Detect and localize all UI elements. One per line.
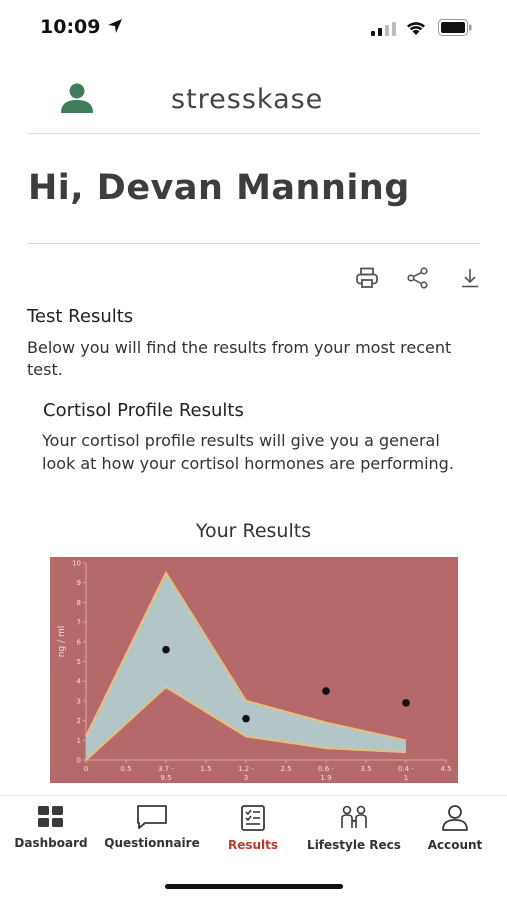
share-icon[interactable] [406,267,430,289]
x-tick-label: 2.5 [280,765,291,773]
status-bar: 10:09 [0,0,507,56]
result-point [402,699,410,707]
result-point [322,687,330,695]
result-point [242,714,250,723]
x-tick-label: 1.5 [200,765,211,773]
header-divider [28,133,480,134]
download-icon[interactable] [458,267,482,289]
tab-label: Dashboard [14,836,88,850]
people-icon [341,805,367,828]
app-header: stresskase [0,70,507,130]
y-tick-label: 9 [77,579,81,587]
tab-label: Lifestyle Recs [307,838,401,852]
cortisol-chart: 0123456789100 0.5 3.7 -9.51.5 1.2 -32.5 0.6 … [50,557,458,783]
title-divider [28,243,480,244]
result-point [162,645,170,654]
clipboard-icon [241,805,265,831]
tab-dashboard[interactable]: Dashboard [1,804,101,850]
x-tick-label: 0 [84,765,88,773]
y-tick-label: 7 [77,619,81,627]
wifi-icon [407,22,425,35]
y-tick-label: 6 [77,638,82,646]
y-axis-label: ng / ml [57,626,67,657]
location-arrow-icon [108,19,122,33]
cortisol-description: Your cortisol profile results will give … [42,431,454,473]
cortisol-heading: Cortisol Profile Results [43,400,244,421]
y-tick-label: 0 [77,757,81,765]
x-tick-label: 3.5 [360,765,371,773]
y-tick-label: 2 [77,717,81,725]
your-results-heading: Your Results [195,520,312,542]
tab-questionnaire[interactable]: Questionnaire [102,804,202,850]
app-logo: stresskase [171,84,324,115]
tab-results[interactable]: Results [203,804,303,852]
tab-label: Account [427,838,483,852]
cell-signal-icon [371,22,396,36]
print-icon[interactable] [355,267,379,289]
y-tick-label: 5 [77,658,81,666]
dashboard-icon [38,806,63,827]
person-icon [442,805,468,831]
chat-bubble-icon [137,805,167,829]
status-time: 10:09 [40,16,101,38]
page-title: Hi, Devan Manning [28,168,410,208]
user-avatar-icon[interactable] [60,82,94,114]
tab-label: Questionnaire [104,836,200,850]
x-tick-label: 4.5 [440,765,451,773]
test-results-heading: Test Results [27,306,134,327]
tab-label: Results [227,838,279,852]
tab-account[interactable]: Account [405,804,505,852]
tab-lifestyle-recs[interactable]: Lifestyle Recs [304,804,404,852]
home-indicator [165,884,343,889]
x-tick-label: 0.5 [120,765,131,773]
battery-icon [438,19,472,36]
y-tick-label: 8 [77,599,81,607]
y-tick-label: 3 [77,697,81,705]
test-results-description: Below you will find the results from you… [27,338,452,379]
y-tick-label: 10 [72,560,81,568]
y-tick-label: 4 [77,678,82,686]
y-tick-label: 1 [77,737,81,745]
